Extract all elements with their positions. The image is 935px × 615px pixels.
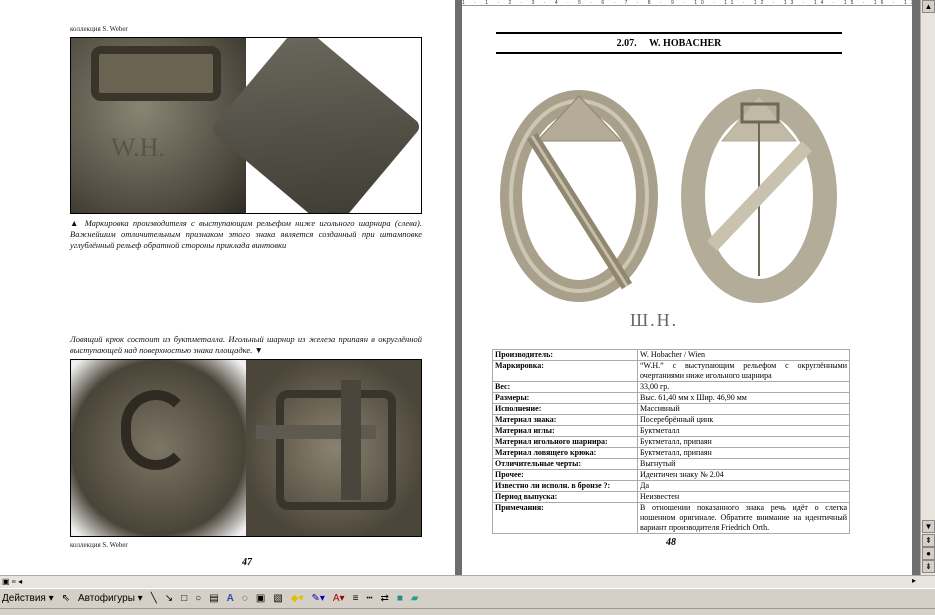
fill-color-icon[interactable]: ◆▾ [291,593,304,604]
badge-front [500,90,658,302]
row-label: Материал ловящего крюка: [492,447,638,459]
scroll-right-button[interactable]: ▸ [912,576,916,585]
table-row: Материал игольного шарнира: Буктметалл, п… [492,436,850,448]
wh-mark: W.H. [111,133,165,162]
line-style-icon[interactable]: ≡ [353,593,359,604]
row-value: 33,00 гр. [637,381,850,393]
section-number: 2.07. [616,38,637,49]
picture-icon[interactable]: ▧ [273,593,282,604]
table-row: Материал знака: Посеребрённый цинк [492,414,850,426]
wordart-icon[interactable]: A [227,593,234,604]
status-bar [0,608,935,615]
row-label: Примечания: [492,502,638,534]
next-page-button[interactable]: ⇟ [922,560,935,573]
arrow-icon[interactable]: ↘ [165,593,173,604]
row-value: “W.H.” с выступающим рельефом с округлён… [637,360,850,382]
page-48: 2.07. W. HOBACHER Ш.Н. Производитель: W. … [462,6,912,575]
marking-photo: W.H. [70,37,422,214]
actions-menu[interactable]: Действия ▾ [2,593,54,604]
row-label: Размеры: [492,392,638,404]
textbox-icon[interactable]: ▤ [209,593,218,604]
table-row: Вес: 33,00 гр. [492,381,850,393]
row-value: Выгнутый [637,458,850,470]
row-label: Производитель: [492,349,638,361]
row-label: Период выпуска: [492,491,638,503]
oval-icon[interactable]: ○ [195,593,201,604]
line-icon[interactable]: ╲ [151,593,157,604]
collection-header: коллекция S. Weber [70,25,128,33]
title-rule-bottom [496,52,842,54]
section-name: W. HOBACHER [648,38,722,49]
select-pointer-icon[interactable]: ⇖ [62,593,70,604]
row-value: Да [637,480,850,492]
row-label: Известно ли исполн. в бронзе ?: [492,480,638,492]
clipart-icon[interactable]: ▣ [256,593,265,604]
row-value: Буктметалл [637,425,850,437]
marking-closeup: Ш.Н. [630,310,679,330]
table-row: Маркировка: “W.H.” с выступающим рельефом… [492,360,850,382]
row-value: Неизвестен [637,491,850,503]
title-rule-top [496,32,842,34]
shadow-icon[interactable]: ■ [397,593,403,604]
table-row: Прочее: Идентичен знаку № 2.04 [492,469,850,481]
row-value: Буктметалл, припаян [637,436,850,448]
horizontal-scrollbar[interactable]: ▣ ≡ ◂ ▸ [0,575,935,588]
table-row: Известно ли исполн. в бронзе ?: Да [492,480,850,492]
line-color-icon[interactable]: ✎▾ [311,593,324,604]
row-label: Материал знака: [492,414,638,426]
scroll-down-button[interactable]: ▼ [922,520,935,533]
row-value: Идентичен знаку № 2.04 [637,469,850,481]
table-row: Материал ловящего крюка: Буктметалл, прип… [492,447,850,459]
prev-page-button[interactable]: ⇞ [922,534,935,547]
page-number: 47 [242,557,252,568]
row-label: Материал игольного шарнира: [492,436,638,448]
table-row: Исполнение: Массивный [492,403,850,415]
table-row: Материал иглы: Буктметалл [492,425,850,437]
arrow-style-icon[interactable]: ⇄ [380,593,388,604]
badge-photos [500,89,837,303]
scroll-up-button[interactable]: ▲ [922,0,935,13]
view-mode-icons[interactable]: ▣ ≡ ◂ [2,577,22,586]
table-row: Размеры: Выс. 61,40 мм х Шир. 46,90 мм [492,392,850,404]
table-row: Отличительные черты: Выгнутый [492,458,850,470]
vertical-scrollbar[interactable]: ▲ ▼ ⇞ ● ⇟ [920,0,935,575]
row-label: Прочее: [492,469,638,481]
badge-reverse [681,89,837,303]
row-label: Исполнение: [492,403,638,415]
table-row: Производитель: W. Hobacher / Wien [492,349,850,361]
row-label: Вес: [492,381,638,393]
hook-photo [70,359,422,537]
table-row: Период выпуска: Неизвестен [492,491,850,503]
table-row: Примечания: В отношении показанного знака… [492,502,850,534]
row-label: Маркировка: [492,360,638,382]
caption-marking: ▲ Маркировка производителя с выступающим… [70,218,422,250]
drawing-toolbar: Действия ▾ ⇖ Автофигуры ▾ ╲ ↘ □ ○ ▤ A ◌ … [0,588,935,608]
row-label: Отличительные черты: [492,458,638,470]
row-value: В отношении показанного знака речь идёт … [637,502,850,534]
diagram-icon[interactable]: ◌ [242,593,248,604]
row-value: W. Hobacher / Wien [637,349,850,361]
section-title: 2.07. W. HOBACHER [496,38,842,49]
page-47: коллекция S. Weber W.H. ▲ Маркировка про… [0,0,455,575]
rectangle-icon[interactable]: □ [181,593,187,604]
row-value: Посеребрённый цинк [637,414,850,426]
row-value: Массивный [637,403,850,415]
autoshapes-menu[interactable]: Автофигуры ▾ [78,593,143,604]
3d-icon[interactable]: ▰ [411,593,419,604]
caption-hook: Ловящий крюк состоит из буктметалла. Иго… [70,334,422,355]
specs-table: Производитель: W. Hobacher / Wien Маркиров… [492,349,850,534]
row-value: Буктметалл, припаян [637,447,850,459]
dash-style-icon[interactable]: ┅ [366,593,372,604]
select-browse-object[interactable]: ● [922,547,935,560]
row-label: Материал иглы: [492,425,638,437]
collection-footer: коллекция S. Weber [70,541,128,549]
page-number: 48 [666,537,676,548]
row-value: Выс. 61,40 мм х Шир. 46,90 мм [637,392,850,404]
font-color-icon[interactable]: A▾ [333,593,345,604]
